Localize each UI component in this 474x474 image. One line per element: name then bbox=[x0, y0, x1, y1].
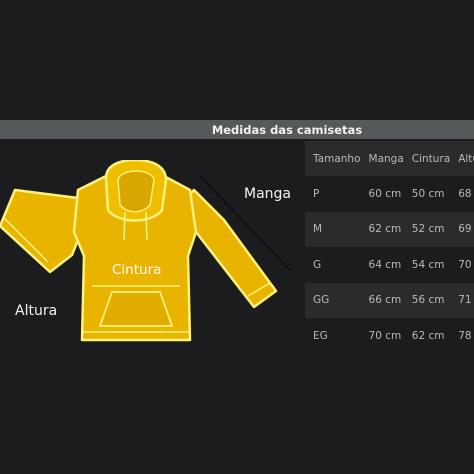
cell-manga: 64 cm bbox=[368, 258, 402, 271]
hoodie-pocket bbox=[98, 291, 174, 327]
manga-label: Manga bbox=[244, 186, 291, 202]
table-row: EG 70 cm 62 cm 78 c bbox=[305, 318, 474, 353]
header-altura: Altu bbox=[450, 141, 474, 177]
table-title: Medidas das camisetas bbox=[211, 122, 363, 137]
cell-altura: 71 c bbox=[450, 282, 474, 318]
table-row: GG 66 cm 56 cm 71 c bbox=[305, 282, 474, 318]
cintura-label: Cintura bbox=[112, 262, 162, 278]
cell-size: GG bbox=[305, 282, 361, 318]
cell-manga: 60 cm bbox=[368, 188, 402, 201]
table-row: G 64 cm 54 cm 70 c bbox=[305, 247, 474, 282]
cell-manga: 62 cm bbox=[360, 211, 404, 248]
header-cintura: Cintura bbox=[403, 141, 451, 177]
cell-altura: 68 c bbox=[458, 188, 474, 201]
cell-manga: 66 cm bbox=[360, 282, 404, 318]
cell-size: EG bbox=[313, 329, 328, 342]
hoodie-left-sleeve bbox=[0, 188, 86, 274]
cell-altura: 78 c bbox=[458, 329, 474, 342]
cell-cintura: 62 cm bbox=[411, 329, 445, 342]
table-row: M 62 cm 52 cm 69 c bbox=[305, 211, 474, 248]
table-header-row: Tamanho Manga Cintura Altu bbox=[305, 141, 474, 177]
cell-altura: 69 c bbox=[450, 211, 474, 248]
size-table: Tamanho Manga Cintura Altu P 60 cm 50 cm… bbox=[305, 141, 474, 353]
hoodie-string-left bbox=[123, 211, 126, 241]
cell-manga: 70 cm bbox=[368, 329, 402, 342]
cell-cintura: 50 cm bbox=[411, 188, 445, 201]
table-row: P 60 cm 50 cm 68 c bbox=[305, 176, 474, 211]
cell-cintura: 52 cm bbox=[403, 211, 451, 248]
cell-size: P bbox=[313, 188, 320, 201]
cell-altura: 70 c bbox=[458, 258, 474, 271]
cell-size: M bbox=[305, 211, 361, 248]
cell-cintura: 56 cm bbox=[403, 282, 451, 318]
table-title-bar: Medidas das camisetas bbox=[0, 120, 474, 139]
cell-size: G bbox=[313, 258, 322, 271]
hoodie-hood-inner bbox=[117, 170, 155, 213]
altura-label: Altura bbox=[15, 303, 58, 319]
header-manga: Manga bbox=[360, 141, 404, 177]
cell-cintura: 54 cm bbox=[411, 258, 445, 271]
header-tamanho: Tamanho bbox=[305, 141, 361, 177]
hoodie-string-right bbox=[145, 211, 148, 241]
